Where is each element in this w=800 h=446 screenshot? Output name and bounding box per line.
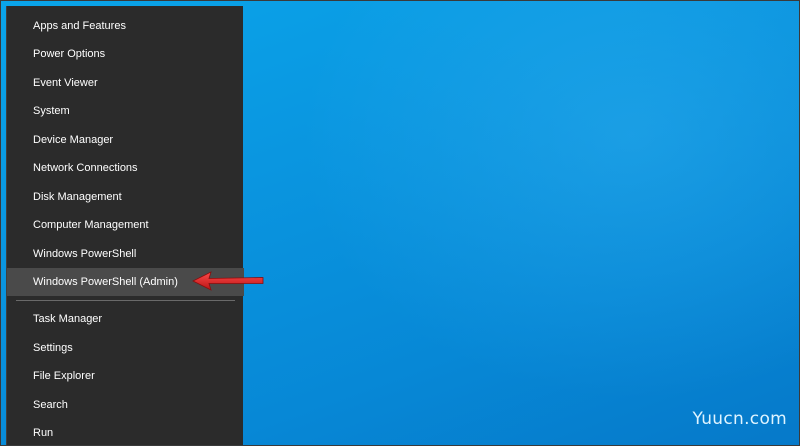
screenshot-frame: Apps and Features Power Options Event Vi… (0, 0, 800, 446)
menu-item-windows-powershell[interactable]: Windows PowerShell (7, 240, 244, 268)
menu-item-task-manager[interactable]: Task Manager (7, 305, 244, 333)
menu-item-system[interactable]: System (7, 97, 244, 125)
arrow-shape (192, 271, 264, 291)
menu-item-run[interactable]: Run (7, 419, 244, 445)
menu-item-settings[interactable]: Settings (7, 334, 244, 362)
menu-item-power-options[interactable]: Power Options (7, 40, 244, 68)
menu-item-search[interactable]: Search (7, 391, 244, 419)
menu-item-network-connections[interactable]: Network Connections (7, 154, 244, 182)
desktop-wallpaper-glow (242, 1, 799, 445)
menu-item-event-viewer[interactable]: Event Viewer (7, 69, 244, 97)
menu-item-apps-and-features[interactable]: Apps and Features (7, 12, 244, 40)
red-arrow-annotation (192, 271, 264, 291)
menu-item-device-manager[interactable]: Device Manager (7, 126, 244, 154)
menu-item-computer-management[interactable]: Computer Management (7, 211, 244, 239)
menu-separator (16, 300, 235, 301)
menu-item-file-explorer[interactable]: File Explorer (7, 362, 244, 390)
watermark-text: Yuucn.com (692, 409, 787, 429)
winx-quick-link-menu: Apps and Features Power Options Event Vi… (6, 6, 244, 445)
menu-item-disk-management[interactable]: Disk Management (7, 183, 244, 211)
